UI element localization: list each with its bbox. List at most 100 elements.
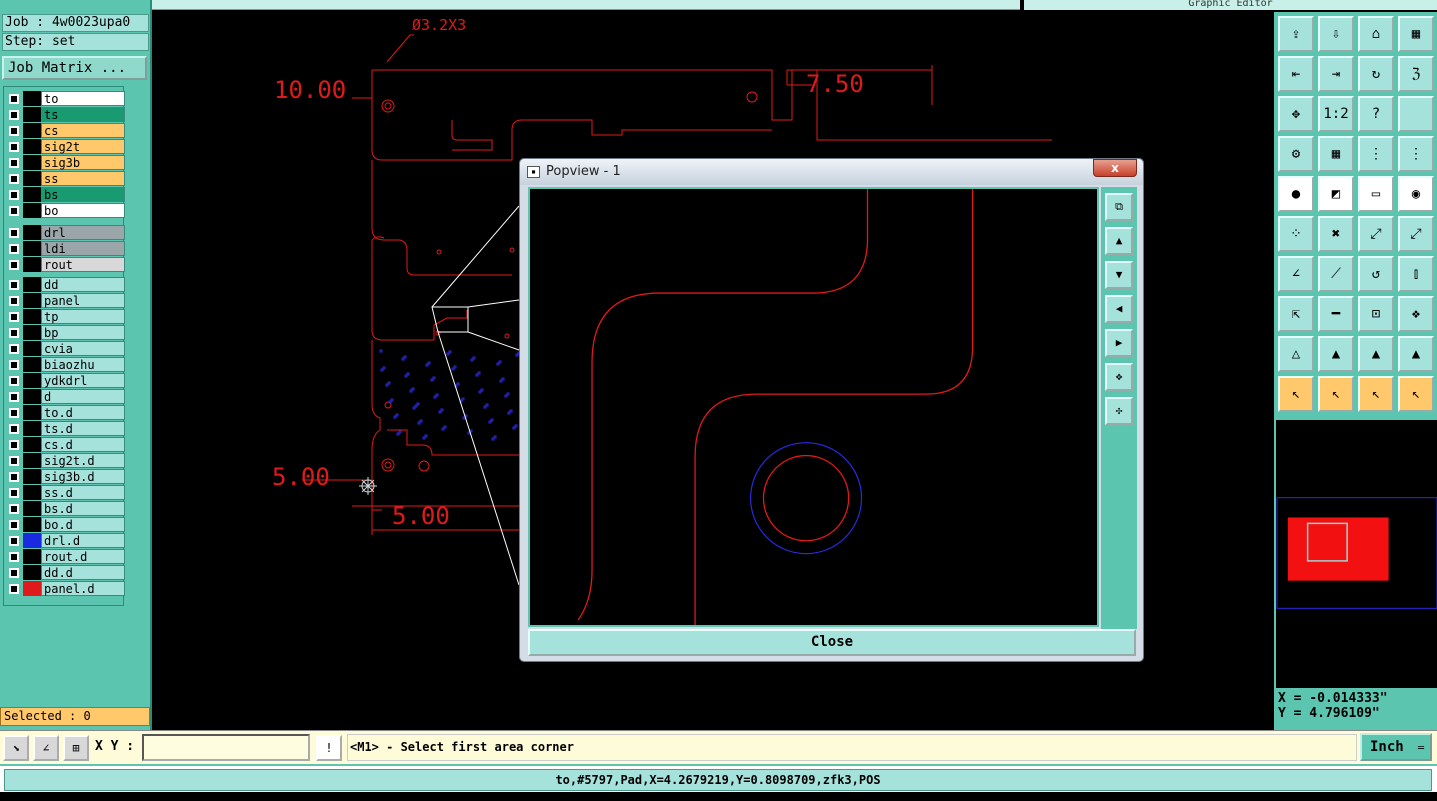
- layer-color-swatch[interactable]: [23, 171, 41, 186]
- layer-checkbox[interactable]: [9, 174, 19, 184]
- layer-checkbox[interactable]: [9, 488, 19, 498]
- layer-name[interactable]: dd.d: [41, 565, 125, 580]
- line-icon[interactable]: ⤢: [1358, 216, 1394, 252]
- layer-color-swatch[interactable]: [23, 437, 41, 452]
- layer-row-sig2t[interactable]: sig2t: [6, 139, 125, 155]
- pan-up-icon[interactable]: ▲: [1105, 227, 1133, 255]
- layer-name[interactable]: biaozhu: [41, 357, 125, 372]
- layer-checkbox[interactable]: [9, 376, 19, 386]
- rotate-icon[interactable]: ↻: [1358, 56, 1394, 92]
- layer-name[interactable]: ss.d: [41, 485, 125, 500]
- layer-row-biaozhu[interactable]: biaozhu: [6, 357, 125, 373]
- triangle3-icon[interactable]: ▲: [1358, 336, 1394, 372]
- layer-color-swatch[interactable]: [23, 257, 41, 272]
- layer-checkbox[interactable]: [9, 296, 19, 306]
- grid-icon[interactable]: ▦: [1318, 136, 1354, 172]
- triangle2-icon[interactable]: ▲: [1318, 336, 1354, 372]
- layer-row-dd-d[interactable]: dd.d: [6, 565, 125, 581]
- layer-name[interactable]: panel: [41, 293, 125, 308]
- layer-color-swatch[interactable]: [23, 203, 41, 218]
- save-icon[interactable]: ⇪: [1278, 16, 1314, 52]
- layer-row-bp[interactable]: bp: [6, 325, 125, 341]
- layer-checkbox[interactable]: [9, 424, 19, 434]
- layer-name[interactable]: ldi: [41, 241, 125, 256]
- layer-color-swatch[interactable]: [23, 501, 41, 516]
- layer-checkbox[interactable]: [9, 228, 19, 238]
- layer-checkbox[interactable]: [9, 142, 19, 152]
- job-matrix-button[interactable]: Job Matrix ...: [2, 56, 147, 80]
- triangle4-icon[interactable]: ▲: [1398, 336, 1434, 372]
- zoom-fit-icon[interactable]: ⧉: [1105, 193, 1133, 221]
- layer-name[interactable]: bo: [41, 203, 125, 218]
- layer-checkbox[interactable]: [9, 244, 19, 254]
- box-icon[interactable]: ⊡: [1358, 296, 1394, 332]
- layer-color-swatch[interactable]: [23, 293, 41, 308]
- circle-icon[interactable]: ◉: [1398, 176, 1434, 212]
- layer-row-ss[interactable]: ss: [6, 171, 125, 187]
- layer-color-swatch[interactable]: [23, 325, 41, 340]
- layer-color-swatch[interactable]: [23, 533, 41, 548]
- popview-window[interactable]: Popview - 1 ▪ x ⧉ ▲ ▼ ◀ ▶ ✥ ✣ Close: [519, 158, 1144, 662]
- layer-color-swatch[interactable]: [23, 91, 41, 106]
- load-icon[interactable]: ⇩: [1318, 16, 1354, 52]
- layer-checkbox[interactable]: [9, 206, 19, 216]
- group-icon[interactable]: ❖: [1398, 296, 1434, 332]
- layer-checkbox[interactable]: [9, 190, 19, 200]
- layer-checkbox[interactable]: [9, 280, 19, 290]
- layer-checkbox[interactable]: [9, 328, 19, 338]
- layer-name[interactable]: ydkdrl: [41, 373, 125, 388]
- layer-color-swatch[interactable]: [23, 421, 41, 436]
- pointer-icon[interactable]: ↖: [1278, 376, 1314, 412]
- layer-name[interactable]: cvia: [41, 341, 125, 356]
- dash-icon[interactable]: ━: [1318, 296, 1354, 332]
- layer-color-swatch[interactable]: [23, 581, 41, 596]
- layer-color-swatch[interactable]: [23, 241, 41, 256]
- popview-close-button[interactable]: Close: [528, 629, 1136, 656]
- layer-color-swatch[interactable]: [23, 341, 41, 356]
- traffic2-icon[interactable]: ⋮: [1398, 136, 1434, 172]
- layer-name[interactable]: rout.d: [41, 549, 125, 564]
- layer-checkbox[interactable]: [9, 94, 19, 104]
- arrow-line-icon[interactable]: ⤢: [1398, 216, 1434, 252]
- minimap[interactable]: [1274, 420, 1437, 688]
- layer-row-bs-d[interactable]: bs.d: [6, 501, 125, 517]
- layer-checkbox[interactable]: [9, 110, 19, 120]
- layer-name[interactable]: bo.d: [41, 517, 125, 532]
- layer-color-swatch[interactable]: [23, 485, 41, 500]
- layer-name[interactable]: panel.d: [41, 581, 125, 596]
- pan-right-icon[interactable]: ▶: [1105, 329, 1133, 357]
- layer-name[interactable]: sig2t.d: [41, 453, 125, 468]
- popview-titlebar[interactable]: Popview - 1: [520, 159, 1143, 185]
- home-icon[interactable]: ⌂: [1358, 16, 1394, 52]
- layer-name[interactable]: cs.d: [41, 437, 125, 452]
- layer-color-swatch[interactable]: [23, 549, 41, 564]
- layer-color-swatch[interactable]: [23, 155, 41, 170]
- layer-checkbox[interactable]: [9, 568, 19, 578]
- layer-name[interactable]: dd: [41, 277, 125, 292]
- pad-icon[interactable]: ●: [1278, 176, 1314, 212]
- fit-icon[interactable]: ✥: [1278, 96, 1314, 132]
- window-close-button[interactable]: x: [1093, 159, 1137, 177]
- layer-row-bo[interactable]: bo: [6, 203, 125, 219]
- layer-row-sig3b-d[interactable]: sig3b.d: [6, 469, 125, 485]
- connect-icon[interactable]: ⁘: [1278, 216, 1314, 252]
- blank-icon[interactable]: [1398, 96, 1434, 132]
- layer-name[interactable]: rout: [41, 257, 125, 272]
- layer-name[interactable]: tp: [41, 309, 125, 324]
- layer-color-swatch[interactable]: [23, 453, 41, 468]
- export-icon[interactable]: ⇥: [1318, 56, 1354, 92]
- layer-name[interactable]: to: [41, 91, 125, 106]
- layer-checkbox[interactable]: [9, 472, 19, 482]
- layer-row-panel-d[interactable]: panel.d: [6, 581, 125, 597]
- layer-row-sig3b[interactable]: sig3b: [6, 155, 125, 171]
- pointer-net-icon[interactable]: ↖: [1398, 376, 1434, 412]
- layer-name[interactable]: bs: [41, 187, 125, 202]
- layer-name[interactable]: bp: [41, 325, 125, 340]
- layer-name[interactable]: drl.d: [41, 533, 125, 548]
- layer-name[interactable]: cs: [41, 123, 125, 138]
- popview-canvas[interactable]: [528, 187, 1099, 627]
- layer-name[interactable]: to.d: [41, 405, 125, 420]
- move-icon[interactable]: ⇱: [1278, 296, 1314, 332]
- layer-checkbox[interactable]: [9, 126, 19, 136]
- layer-color-swatch[interactable]: [23, 309, 41, 324]
